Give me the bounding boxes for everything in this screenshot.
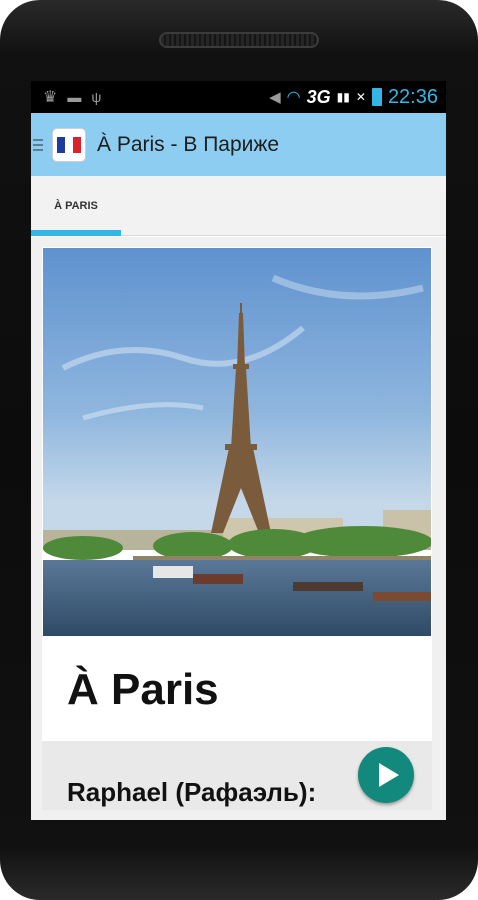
- dialog-line: Raphael (Рафаэль):: [42, 741, 432, 810]
- screen: ♛ ▬ ψ ◀ ◠ 3G ▮▮ ✕ 22:36 À Paris - В Пари…: [31, 81, 446, 820]
- play-button[interactable]: [358, 747, 414, 803]
- eiffel-tower-photo: [43, 248, 431, 636]
- lesson-card: À Paris Raphael (Рафаэль):: [42, 247, 432, 810]
- network-type: 3G: [306, 86, 331, 107]
- crown-icon: ♛: [43, 89, 58, 106]
- speaker-name: Raphael (Рафаэль):: [67, 777, 317, 807]
- lesson-heading: À Paris: [67, 665, 219, 714]
- wifi-icon: ◠: [286, 89, 301, 106]
- signal-icon: ▮▮: [336, 90, 350, 104]
- action-bar: À Paris - В Париже: [31, 113, 446, 176]
- usb-icon: ψ: [91, 89, 102, 105]
- tab-bar: À PARIS: [31, 176, 446, 236]
- status-bar: ♛ ▬ ψ ◀ ◠ 3G ▮▮ ✕ 22:36: [31, 81, 446, 113]
- french-flag-icon[interactable]: [53, 128, 85, 161]
- game-controller-icon: ▬: [67, 89, 82, 105]
- battery-icon: [371, 88, 382, 106]
- earpiece-speaker: [159, 32, 319, 48]
- no-signal-icon: ✕: [355, 90, 366, 104]
- clock: 22:36: [387, 85, 438, 108]
- play-icon: [378, 763, 399, 787]
- tab-indicator: [31, 230, 121, 236]
- phone-frame: ♛ ▬ ψ ◀ ◠ 3G ▮▮ ✕ 22:36 À Paris - В Пари…: [0, 0, 478, 900]
- tab-a-paris[interactable]: À PARIS: [31, 176, 121, 236]
- content-area[interactable]: À Paris Raphael (Рафаэль):: [31, 237, 446, 820]
- mute-icon: ◀: [269, 89, 281, 106]
- app-title: À Paris - В Париже: [97, 132, 280, 156]
- menu-icon[interactable]: [33, 136, 43, 154]
